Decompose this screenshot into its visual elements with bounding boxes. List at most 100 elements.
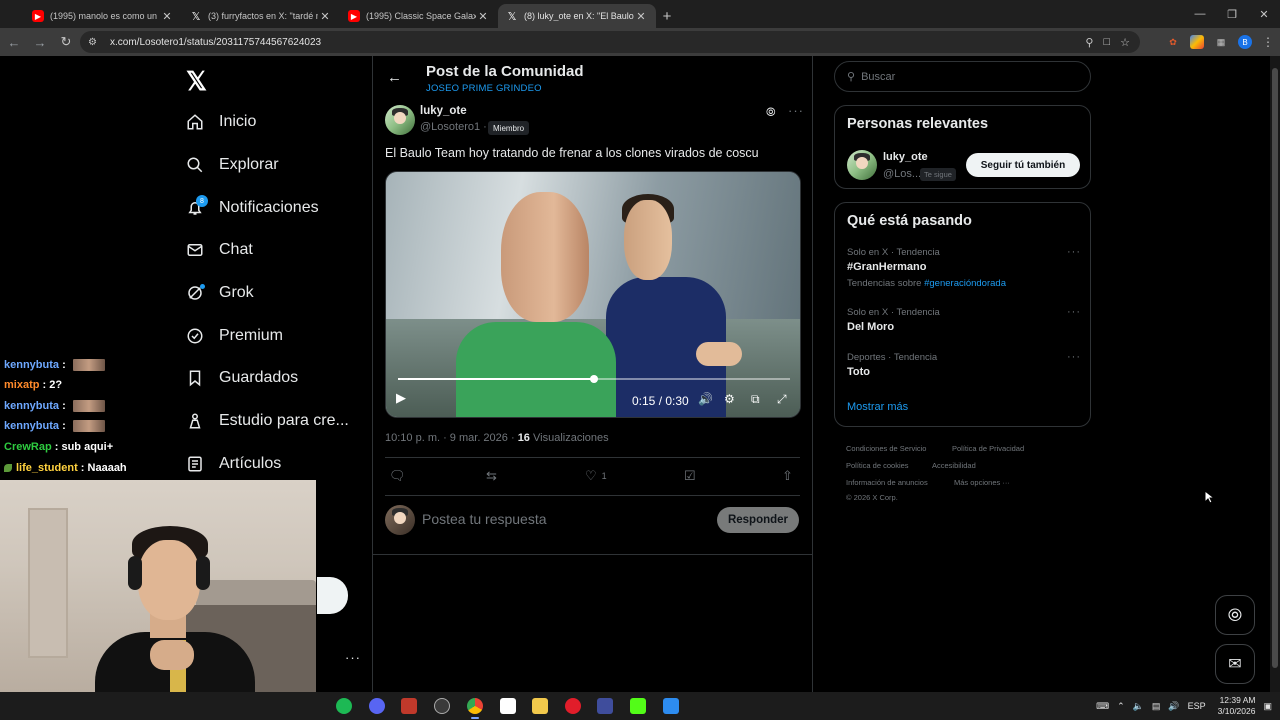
chevron-up-icon[interactable]: ⌃ (1117, 701, 1125, 712)
post-timestamp[interactable]: 10:10 p. m. · 9 mar. 2026 · (385, 432, 515, 444)
obs-icon[interactable] (434, 698, 450, 714)
forward-button[interactable]: → (28, 30, 52, 54)
video-progress-handle[interactable] (590, 375, 598, 383)
video-player[interactable]: ▶ 0:15 / 0:30 🔊 ⚙ ⧉ ⤢ (385, 171, 801, 418)
show-more-link[interactable]: Mostrar más (847, 401, 908, 413)
bookmark-icon[interactable]: ☑ (684, 468, 696, 484)
app-blue-icon[interactable] (597, 698, 613, 714)
opera-icon[interactable] (565, 698, 581, 714)
page-scrollbar[interactable] (1270, 56, 1280, 692)
browser-tab[interactable]: 𝕏 (8) luky_ote en X: "El Baulo Team✕ (498, 4, 656, 28)
pip-icon[interactable]: ⧉ (751, 392, 760, 407)
messages-fab-button[interactable]: ✉ (1215, 644, 1255, 684)
author-handle[interactable]: @Losotero1 · (420, 121, 487, 133)
grok-fab-button[interactable]: ⦾ (1215, 595, 1255, 635)
trend-related-tag[interactable]: #generacióndorada (924, 278, 1006, 289)
more-options-link[interactable]: Más opciones ··· (954, 478, 1010, 487)
kick-icon[interactable] (630, 698, 646, 714)
close-tab-icon[interactable]: ✕ (634, 10, 648, 23)
trend-more-icon[interactable]: ··· (1067, 351, 1081, 363)
my-avatar[interactable] (385, 505, 415, 535)
site-info-icon[interactable]: ⚙ (88, 37, 102, 48)
browser-tab[interactable]: 𝕏 (3) furryfactos en X: "tardé más✕ (182, 4, 340, 28)
app-paint-icon[interactable] (663, 698, 679, 714)
minimize-button[interactable]: — (1184, 0, 1216, 28)
relevant-avatar[interactable] (847, 150, 877, 180)
extension-leaf-icon[interactable]: ✿ (1166, 35, 1180, 49)
author-name[interactable]: luky_ote (420, 105, 467, 117)
x-logo-icon[interactable]: 𝕏 (186, 66, 207, 97)
back-arrow-icon[interactable]: ← (387, 69, 402, 86)
extension-color-icon[interactable] (1190, 35, 1204, 49)
browser-tab[interactable]: ▶ (1995) Classic Space Galaxy ✦✕ (340, 4, 498, 28)
sidebar-item-premium[interactable]: Premium (186, 320, 283, 352)
ads-info-link[interactable]: Información de anuncios (846, 478, 928, 487)
trend-name[interactable]: Toto (847, 366, 870, 378)
grok-explain-icon[interactable]: ⦾ (766, 105, 776, 120)
clock[interactable]: 12:39 AM 3/10/2026 (1218, 695, 1256, 717)
notification-icon[interactable]: ▣ (1263, 701, 1272, 712)
accessibility-link[interactable]: Accesibilidad (932, 461, 976, 470)
sidebar-item-grok[interactable]: Grok (186, 277, 254, 309)
fullscreen-icon[interactable]: ⤢ (777, 392, 787, 407)
community-link[interactable]: JOSEO PRIME GRINDEO (426, 83, 542, 94)
reply-input[interactable]: Postea tu respuesta (422, 511, 547, 527)
privacy-link[interactable]: Política de Privacidad (952, 444, 1024, 453)
relevant-handle[interactable]: @Los... (883, 168, 921, 180)
new-tab-button[interactable]: + (656, 4, 678, 28)
speaker-icon[interactable]: 🔈 (1133, 701, 1144, 712)
close-tab-icon[interactable]: ✕ (318, 10, 332, 23)
trend-name[interactable]: Del Moro (847, 321, 894, 333)
volume-tray-icon[interactable]: 🔊 (1168, 701, 1179, 712)
extensions-puzzle-icon[interactable]: ▦ (1214, 35, 1228, 49)
sidebar-item-guardados[interactable]: Guardados (186, 362, 298, 394)
sidebar-item-explorar[interactable]: Explorar (186, 149, 279, 181)
like-button[interactable]: ♡ 1 (585, 468, 607, 484)
trend-more-icon[interactable]: ··· (1067, 246, 1081, 258)
trend-name[interactable]: #GranHermano (847, 261, 926, 273)
install-app-icon[interactable]: □ (1103, 36, 1110, 48)
sidebar-item-estudio-para-cre[interactable]: Estudio para cre... (186, 405, 349, 437)
sidebar-item-chat[interactable]: Chat (186, 234, 253, 266)
spotify-icon[interactable] (336, 698, 352, 714)
restore-button[interactable]: ❐ (1216, 0, 1248, 28)
reply-icon[interactable]: 🗨 (389, 468, 406, 484)
more-options-icon[interactable]: ··· (788, 103, 804, 118)
terms-link[interactable]: Condiciones de Servicio (846, 444, 926, 453)
video-progress-bar[interactable] (398, 375, 790, 383)
browser-tab[interactable]: ▶ (1995) manolo es como un me ✕ (24, 4, 182, 28)
bookmark-star-icon[interactable]: ☆ (1120, 36, 1130, 49)
reload-button[interactable]: ↻ (54, 30, 78, 54)
browser-menu-icon[interactable]: ⋮ (1262, 35, 1274, 49)
reply-button[interactable]: Responder (717, 507, 799, 533)
sidebar-item-inicio[interactable]: Inicio (186, 106, 256, 138)
follow-button[interactable]: Seguir tú también (966, 153, 1080, 177)
discord-icon[interactable] (369, 698, 385, 714)
chrome-icon[interactable] (467, 698, 483, 714)
search-input[interactable]: ⚲ Buscar (834, 61, 1091, 92)
keyboard-icon[interactable]: ⌨ (1096, 701, 1109, 712)
close-tab-icon[interactable]: ✕ (160, 10, 174, 23)
play-icon[interactable]: ▶ (396, 390, 406, 406)
address-bar[interactable]: ⚙ x.com/Losotero1/status/203117574456762… (80, 31, 1140, 53)
network-icon[interactable]: ▤ (1152, 701, 1161, 712)
relevant-name[interactable]: luky_ote (883, 151, 928, 163)
profile-avatar[interactable]: B (1238, 35, 1252, 49)
repost-icon[interactable]: ⇆ (486, 468, 497, 484)
close-tab-icon[interactable]: ✕ (476, 10, 490, 23)
settings-icon[interactable]: ⚙ (724, 392, 735, 406)
author-avatar[interactable] (385, 105, 415, 135)
app-red-icon[interactable] (401, 698, 417, 714)
close-window-button[interactable]: ✕ (1248, 0, 1280, 28)
account-more-icon[interactable]: ··· (345, 650, 361, 665)
share-icon[interactable]: ⇧ (782, 468, 793, 484)
trend-more-icon[interactable]: ··· (1067, 306, 1081, 318)
sidebar-item-artículos[interactable]: Artículos (186, 448, 281, 480)
back-button[interactable]: ← (2, 30, 26, 54)
volume-icon[interactable]: 🔊 (698, 392, 713, 406)
language-indicator[interactable]: ESP (1188, 701, 1206, 711)
app-white-icon[interactable] (500, 698, 516, 714)
cookies-link[interactable]: Política de cookies (846, 461, 909, 470)
sidebar-item-notificaciones[interactable]: 8 Notificaciones (186, 192, 319, 224)
zoom-icon[interactable]: ⚲ (1085, 36, 1093, 49)
